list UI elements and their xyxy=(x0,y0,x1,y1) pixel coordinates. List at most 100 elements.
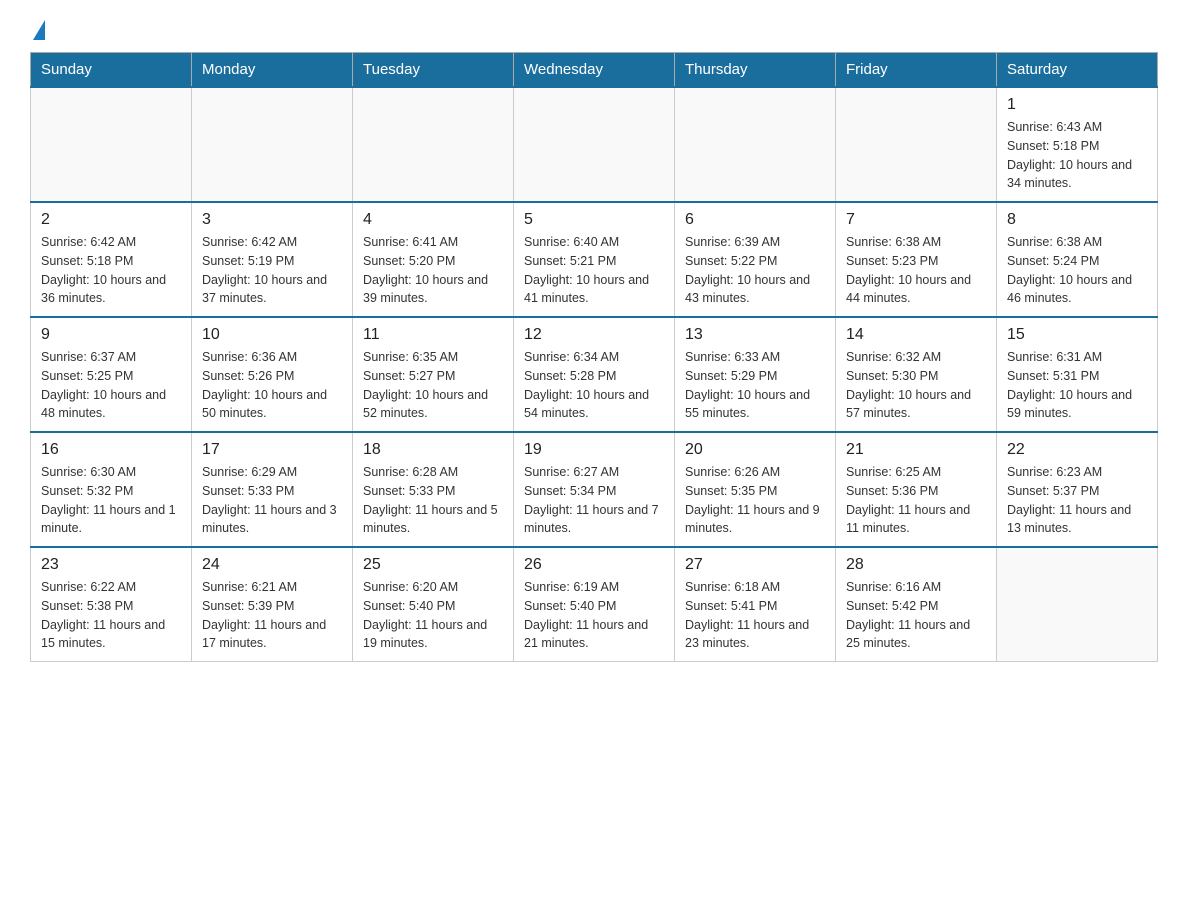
day-number: 11 xyxy=(363,326,503,344)
day-number: 4 xyxy=(363,211,503,229)
calendar-cell: 23 Sunrise: 6:22 AM Sunset: 5:38 PM Dayli… xyxy=(31,547,192,662)
day-number: 19 xyxy=(524,441,664,459)
day-info: Sunrise: 6:23 AM Sunset: 5:37 PM Dayligh… xyxy=(1007,463,1147,538)
day-info: Sunrise: 6:41 AM Sunset: 5:20 PM Dayligh… xyxy=(363,233,503,308)
day-header-sunday: Sunday xyxy=(31,53,192,88)
day-info: Sunrise: 6:28 AM Sunset: 5:33 PM Dayligh… xyxy=(363,463,503,538)
day-number: 25 xyxy=(363,556,503,574)
calendar-header-row: SundayMondayTuesdayWednesdayThursdayFrid… xyxy=(31,53,1158,88)
day-header-tuesday: Tuesday xyxy=(353,53,514,88)
day-number: 12 xyxy=(524,326,664,344)
calendar-cell: 27 Sunrise: 6:18 AM Sunset: 5:41 PM Dayli… xyxy=(675,547,836,662)
day-info: Sunrise: 6:37 AM Sunset: 5:25 PM Dayligh… xyxy=(41,348,181,423)
calendar-cell xyxy=(353,87,514,202)
day-number: 15 xyxy=(1007,326,1147,344)
week-row-3: 9 Sunrise: 6:37 AM Sunset: 5:25 PM Daylig… xyxy=(31,317,1158,432)
calendar-cell: 26 Sunrise: 6:19 AM Sunset: 5:40 PM Dayli… xyxy=(514,547,675,662)
day-info: Sunrise: 6:19 AM Sunset: 5:40 PM Dayligh… xyxy=(524,578,664,653)
day-info: Sunrise: 6:31 AM Sunset: 5:31 PM Dayligh… xyxy=(1007,348,1147,423)
day-number: 27 xyxy=(685,556,825,574)
day-info: Sunrise: 6:35 AM Sunset: 5:27 PM Dayligh… xyxy=(363,348,503,423)
day-info: Sunrise: 6:42 AM Sunset: 5:18 PM Dayligh… xyxy=(41,233,181,308)
calendar-cell: 5 Sunrise: 6:40 AM Sunset: 5:21 PM Daylig… xyxy=(514,202,675,317)
logo xyxy=(30,20,47,42)
calendar-cell: 16 Sunrise: 6:30 AM Sunset: 5:32 PM Dayli… xyxy=(31,432,192,547)
day-number: 8 xyxy=(1007,211,1147,229)
calendar-cell xyxy=(997,547,1158,662)
day-number: 20 xyxy=(685,441,825,459)
day-info: Sunrise: 6:38 AM Sunset: 5:24 PM Dayligh… xyxy=(1007,233,1147,308)
day-info: Sunrise: 6:16 AM Sunset: 5:42 PM Dayligh… xyxy=(846,578,986,653)
day-info: Sunrise: 6:33 AM Sunset: 5:29 PM Dayligh… xyxy=(685,348,825,423)
day-info: Sunrise: 6:20 AM Sunset: 5:40 PM Dayligh… xyxy=(363,578,503,653)
day-info: Sunrise: 6:40 AM Sunset: 5:21 PM Dayligh… xyxy=(524,233,664,308)
day-number: 16 xyxy=(41,441,181,459)
calendar-cell: 1 Sunrise: 6:43 AM Sunset: 5:18 PM Daylig… xyxy=(997,87,1158,202)
day-number: 13 xyxy=(685,326,825,344)
calendar-cell: 19 Sunrise: 6:27 AM Sunset: 5:34 PM Dayli… xyxy=(514,432,675,547)
day-number: 28 xyxy=(846,556,986,574)
day-info: Sunrise: 6:36 AM Sunset: 5:26 PM Dayligh… xyxy=(202,348,342,423)
day-info: Sunrise: 6:39 AM Sunset: 5:22 PM Dayligh… xyxy=(685,233,825,308)
day-number: 21 xyxy=(846,441,986,459)
calendar-cell: 11 Sunrise: 6:35 AM Sunset: 5:27 PM Dayli… xyxy=(353,317,514,432)
day-number: 26 xyxy=(524,556,664,574)
day-header-saturday: Saturday xyxy=(997,53,1158,88)
day-number: 23 xyxy=(41,556,181,574)
day-number: 2 xyxy=(41,211,181,229)
page-header xyxy=(30,20,1158,42)
calendar-cell: 14Sunrise: 6:32 AM Sunset: 5:30 PM Dayli… xyxy=(836,317,997,432)
day-info: Sunrise: 6:26 AM Sunset: 5:35 PM Dayligh… xyxy=(685,463,825,538)
calendar-cell: 15 Sunrise: 6:31 AM Sunset: 5:31 PM Dayli… xyxy=(997,317,1158,432)
day-number: 24 xyxy=(202,556,342,574)
day-info: Sunrise: 6:18 AM Sunset: 5:41 PM Dayligh… xyxy=(685,578,825,653)
calendar-table: SundayMondayTuesdayWednesdayThursdayFrid… xyxy=(30,52,1158,662)
day-info: Sunrise: 6:42 AM Sunset: 5:19 PM Dayligh… xyxy=(202,233,342,308)
week-row-4: 16 Sunrise: 6:30 AM Sunset: 5:32 PM Dayli… xyxy=(31,432,1158,547)
day-number: 5 xyxy=(524,211,664,229)
day-header-thursday: Thursday xyxy=(675,53,836,88)
day-info: Sunrise: 6:27 AM Sunset: 5:34 PM Dayligh… xyxy=(524,463,664,538)
calendar-cell: 21 Sunrise: 6:25 AM Sunset: 5:36 PM Dayli… xyxy=(836,432,997,547)
week-row-2: 2 Sunrise: 6:42 AM Sunset: 5:18 PM Daylig… xyxy=(31,202,1158,317)
day-info: Sunrise: 6:22 AM Sunset: 5:38 PM Dayligh… xyxy=(41,578,181,653)
day-info: Sunrise: 6:30 AM Sunset: 5:32 PM Dayligh… xyxy=(41,463,181,538)
day-number: 9 xyxy=(41,326,181,344)
calendar-cell xyxy=(675,87,836,202)
calendar-cell: 7Sunrise: 6:38 AM Sunset: 5:23 PM Daylig… xyxy=(836,202,997,317)
calendar-cell: 10 Sunrise: 6:36 AM Sunset: 5:26 PM Dayli… xyxy=(192,317,353,432)
day-info: Sunrise: 6:25 AM Sunset: 5:36 PM Dayligh… xyxy=(846,463,986,538)
day-number: 18 xyxy=(363,441,503,459)
day-info: Sunrise: 6:21 AM Sunset: 5:39 PM Dayligh… xyxy=(202,578,342,653)
day-number: 14 xyxy=(846,326,986,344)
calendar-cell: 13 Sunrise: 6:33 AM Sunset: 5:29 PM Dayli… xyxy=(675,317,836,432)
calendar-cell: 28 Sunrise: 6:16 AM Sunset: 5:42 PM Dayli… xyxy=(836,547,997,662)
calendar-cell: 12 Sunrise: 6:34 AM Sunset: 5:28 PM Dayli… xyxy=(514,317,675,432)
day-number: 10 xyxy=(202,326,342,344)
week-row-1: 1 Sunrise: 6:43 AM Sunset: 5:18 PM Daylig… xyxy=(31,87,1158,202)
day-number: 22 xyxy=(1007,441,1147,459)
calendar-cell: 24 Sunrise: 6:21 AM Sunset: 5:39 PM Dayli… xyxy=(192,547,353,662)
calendar-cell: 20 Sunrise: 6:26 AM Sunset: 5:35 PM Dayli… xyxy=(675,432,836,547)
day-info: Sunrise: 6:34 AM Sunset: 5:28 PM Dayligh… xyxy=(524,348,664,423)
logo-triangle-icon xyxy=(33,20,45,40)
day-info: Sunrise: 6:43 AM Sunset: 5:18 PM Dayligh… xyxy=(1007,118,1147,193)
day-info: Sunrise: 6:29 AM Sunset: 5:33 PM Dayligh… xyxy=(202,463,342,538)
calendar-cell: 6 Sunrise: 6:39 AM Sunset: 5:22 PM Daylig… xyxy=(675,202,836,317)
day-header-friday: Friday xyxy=(836,53,997,88)
calendar-cell: 8 Sunrise: 6:38 AM Sunset: 5:24 PM Daylig… xyxy=(997,202,1158,317)
calendar-cell xyxy=(31,87,192,202)
day-number: 1 xyxy=(1007,96,1147,114)
day-number: 3 xyxy=(202,211,342,229)
day-info: Sunrise: 6:38 AM Sunset: 5:23 PM Dayligh… xyxy=(846,233,986,308)
calendar-cell: 18 Sunrise: 6:28 AM Sunset: 5:33 PM Dayli… xyxy=(353,432,514,547)
calendar-cell: 4 Sunrise: 6:41 AM Sunset: 5:20 PM Daylig… xyxy=(353,202,514,317)
calendar-cell: 3 Sunrise: 6:42 AM Sunset: 5:19 PM Daylig… xyxy=(192,202,353,317)
day-number: 17 xyxy=(202,441,342,459)
calendar-cell xyxy=(514,87,675,202)
day-number: 6 xyxy=(685,211,825,229)
calendar-cell: 25 Sunrise: 6:20 AM Sunset: 5:40 PM Dayli… xyxy=(353,547,514,662)
calendar-cell: 2 Sunrise: 6:42 AM Sunset: 5:18 PM Daylig… xyxy=(31,202,192,317)
day-header-wednesday: Wednesday xyxy=(514,53,675,88)
calendar-cell: 17 Sunrise: 6:29 AM Sunset: 5:33 PM Dayli… xyxy=(192,432,353,547)
